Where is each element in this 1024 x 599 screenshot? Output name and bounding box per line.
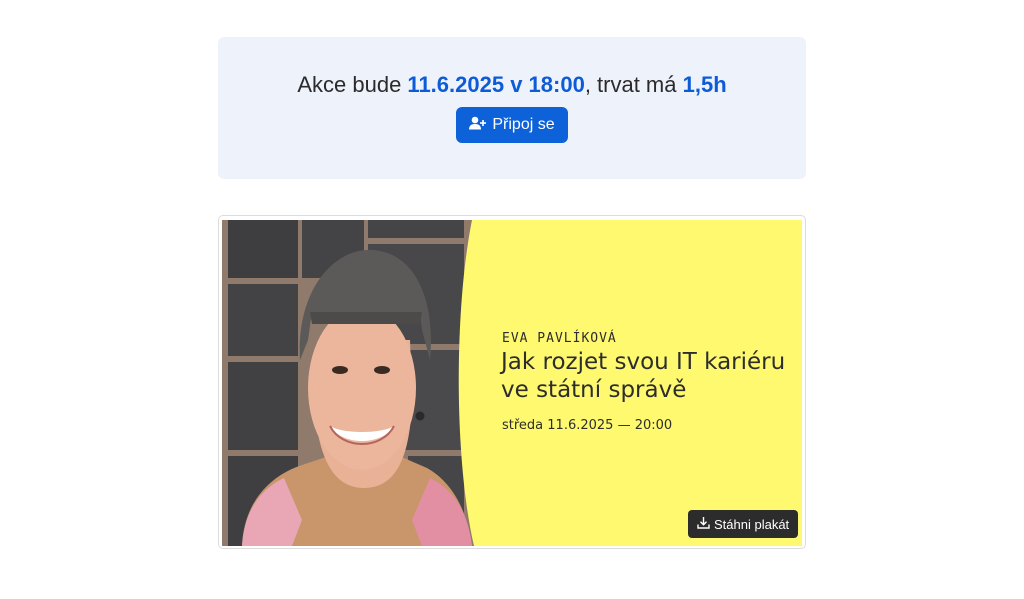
talk-date: středa 11.6.2025 — 20:00 [502, 418, 673, 433]
download-poster-label: Stáhni plakát [714, 516, 790, 532]
event-middle: , trvat má [584, 72, 683, 97]
event-duration: 1,5h [682, 72, 727, 97]
event-poster: EVA PAVLÍKOVÁ Jak rozjet svou IT kariéru… [222, 220, 802, 546]
talk-title: Jak rozjet svou IT kariéru ve státní spr… [501, 349, 786, 403]
download-icon [697, 516, 710, 532]
join-button[interactable]: Připoj se [456, 107, 568, 143]
event-datetime: 11.6.2025 v 18:00 [407, 72, 585, 97]
join-button-label: Připoj se [492, 116, 555, 133]
event-info-panel: Akce bude 11.6.2025 v 18:00, trvat má 1,… [218, 37, 806, 179]
speaker-photo [222, 220, 484, 546]
event-poster-card: EVA PAVLÍKOVÁ Jak rozjet svou IT kariéru… [218, 215, 806, 549]
download-poster-button[interactable]: Stáhni plakát [688, 510, 799, 538]
speaker-name: EVA PAVLÍKOVÁ [502, 331, 617, 346]
event-prefix: Akce bude [297, 72, 408, 97]
event-info-text: Akce bude 11.6.2025 v 18:00, trvat má 1,… [218, 71, 806, 99]
user-plus-icon [469, 116, 487, 135]
